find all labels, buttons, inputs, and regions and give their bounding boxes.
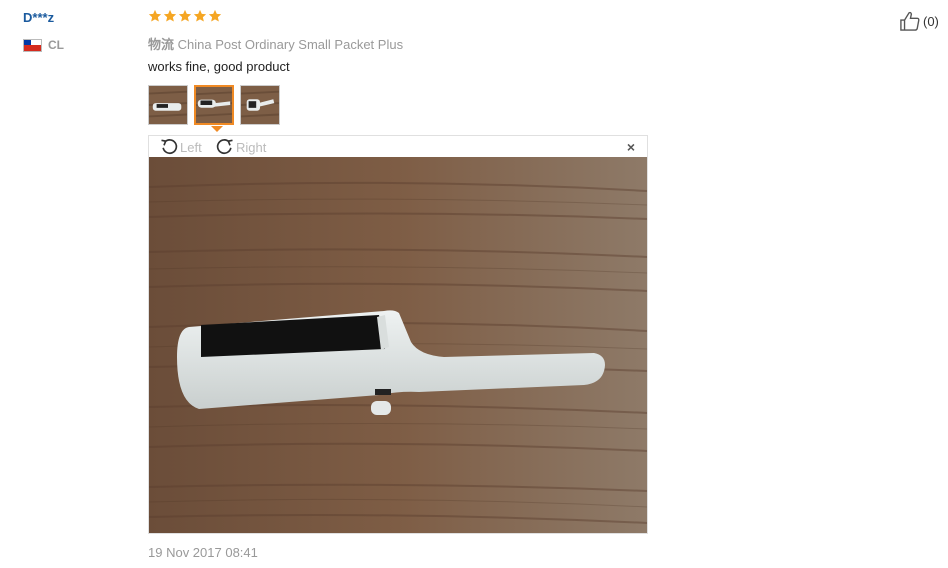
photo-thumbnails [148,85,280,125]
star-icon [163,9,177,22]
rotate-left-button[interactable]: Left [159,137,202,157]
review-text: works fine, good product [148,59,290,74]
shipping-info: 物流 China Post Ordinary Small Packet Plus [148,34,403,53]
rating-stars [148,9,222,23]
rotate-left-icon [161,139,178,154]
shipping-label: 物流 [148,37,175,52]
review-date: 19 Nov 2017 08:41 [148,545,258,560]
thumbnail-2[interactable] [194,85,234,125]
star-icon [178,9,192,22]
country-code: CL [48,38,64,52]
reviewer-name[interactable]: D***z [23,10,54,25]
thumbnail-1[interactable] [148,85,188,125]
rotate-right-icon [216,139,233,154]
review-photo [149,157,647,533]
close-viewer-button[interactable]: × [627,139,635,155]
rotate-right-label: Right [236,139,267,155]
rotate-right-button[interactable]: Right [215,137,266,157]
chile-flag-icon [23,38,42,52]
image-viewer: Left Right × [148,135,648,534]
rotate-left-label: Left [180,139,202,155]
thumbs-up-icon [900,11,920,31]
reviewer-country: CL [23,38,64,52]
viewer-toolbar: Left Right × [149,136,647,157]
star-icon [193,9,207,22]
active-thumbnail-caret [211,126,223,132]
thumbnail-3[interactable] [240,85,280,125]
like-button[interactable]: (0) [899,11,939,31]
shipping-method: China Post Ordinary Small Packet Plus [177,37,404,52]
star-icon [148,9,162,22]
star-icon [208,9,222,22]
like-count: (0) [923,13,939,29]
